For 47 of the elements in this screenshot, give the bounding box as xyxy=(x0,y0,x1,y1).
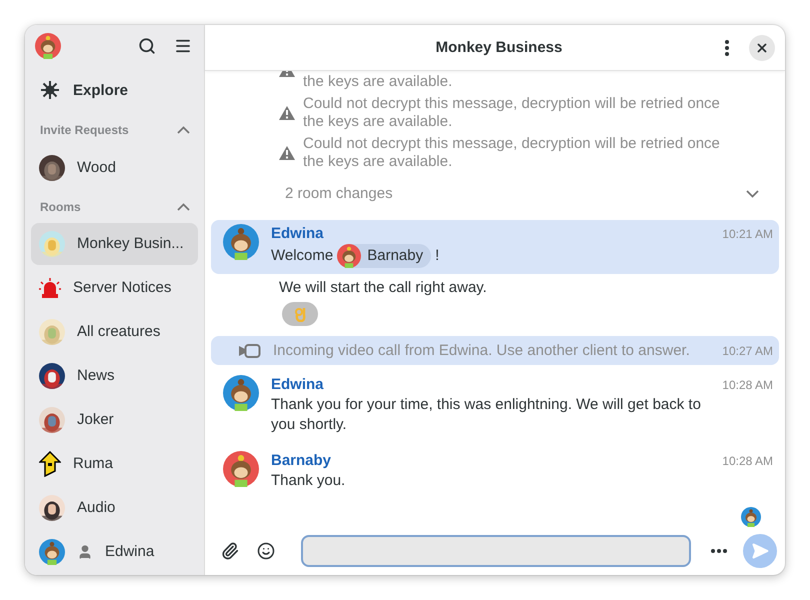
emoji-button[interactable] xyxy=(255,540,277,562)
timestamp: 10:27 AM xyxy=(722,344,773,358)
timestamp: 10:28 AM xyxy=(722,378,773,392)
room-item[interactable]: Audio xyxy=(31,486,198,529)
starburst-icon xyxy=(41,81,59,100)
message-text: ! xyxy=(435,246,440,266)
call-text: Incoming video call from Edwina. Use another client to answer. xyxy=(273,342,691,359)
video-camera-icon xyxy=(239,344,261,358)
room-title: Monkey Business xyxy=(434,39,564,56)
message-input[interactable] xyxy=(301,535,691,567)
decryption-notice: Could not decrypt this message, decryption will be retried once the keys are available. xyxy=(303,95,721,131)
timestamp: 10:28 AM xyxy=(722,454,773,468)
room-item[interactable]: All creatures xyxy=(31,310,198,353)
sender-name: Edwina xyxy=(271,375,324,395)
ok-hand-icon xyxy=(294,306,306,322)
chevron-up-icon xyxy=(177,202,190,211)
send-icon xyxy=(751,542,769,560)
explore-item[interactable]: Explore xyxy=(31,70,198,110)
message-text: Welcome xyxy=(271,246,334,266)
decryption-notice: the keys are available. xyxy=(303,73,452,91)
message-text: We will start the call right away. xyxy=(279,278,487,298)
avatar xyxy=(35,32,61,59)
chevron-down-icon xyxy=(746,190,759,198)
chevron-up-icon xyxy=(177,126,190,134)
user-mention[interactable]: Barnaby xyxy=(337,244,432,268)
room-item[interactable]: Monkey Busin... xyxy=(31,222,198,265)
room-item[interactable]: Wood xyxy=(31,146,198,189)
close-icon xyxy=(755,40,769,54)
kebab-icon xyxy=(725,40,729,56)
decryption-notice: Could not decrypt this message, decryption will be retried once the keys are available. xyxy=(303,135,721,171)
siren-icon xyxy=(39,278,61,298)
sender-name: Edwina xyxy=(271,224,324,244)
room-item[interactable]: Ruma xyxy=(31,442,198,485)
person-icon xyxy=(77,544,93,560)
room-item[interactable]: Joker xyxy=(31,398,198,441)
message-text: Thank you. xyxy=(271,471,346,491)
house-icon xyxy=(39,450,61,477)
close-button[interactable] xyxy=(749,34,775,60)
room-item[interactable]: Server Notices xyxy=(31,266,198,309)
more-button[interactable] xyxy=(709,547,729,555)
room-item[interactable]: Edwina xyxy=(31,530,198,573)
timestamp: 10:21 AM xyxy=(722,227,773,241)
sender-name: Barnaby xyxy=(271,451,332,471)
more-button[interactable] xyxy=(723,38,731,58)
message-text: Thank you for your time, this was enlightning. We will get back to you shortly. xyxy=(271,395,702,435)
ellipsis-icon xyxy=(711,549,727,553)
room-item[interactable]: News xyxy=(31,354,198,397)
